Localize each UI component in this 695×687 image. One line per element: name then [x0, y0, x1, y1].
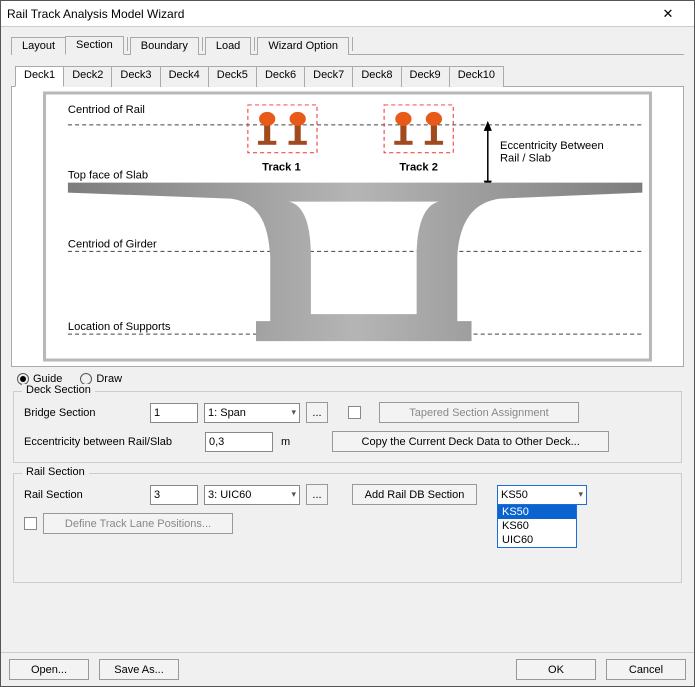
- tab-deck5[interactable]: Deck5: [208, 66, 257, 87]
- tab-deck6[interactable]: Deck6: [256, 66, 305, 87]
- tab-separator: [254, 37, 255, 51]
- open-button[interactable]: Open...: [9, 659, 89, 680]
- group-title: Deck Section: [22, 384, 95, 396]
- tab-boundary[interactable]: Boundary: [130, 37, 199, 55]
- wizard-window: Rail Track Analysis Model Wizard ✕ Layou…: [0, 0, 695, 687]
- tab-section[interactable]: Section: [65, 36, 124, 55]
- tab-deck4[interactable]: Deck4: [160, 66, 209, 87]
- tab-deck7[interactable]: Deck7: [304, 66, 353, 87]
- tab-deck3[interactable]: Deck3: [111, 66, 160, 87]
- dropdown-option[interactable]: UIC60: [498, 533, 576, 547]
- bridge-section-number-input[interactable]: [150, 403, 198, 423]
- dropdown-option[interactable]: KS60: [498, 519, 576, 533]
- dropdown-option[interactable]: KS50: [498, 505, 576, 519]
- rail-section-browse-button[interactable]: ...: [306, 484, 328, 505]
- label-centriod-rail: Centriod of Rail: [68, 104, 145, 116]
- tab-separator: [202, 37, 203, 51]
- chevron-down-icon: ▾: [578, 489, 583, 500]
- copy-deck-data-button[interactable]: Copy the Current Deck Data to Other Deck…: [332, 431, 609, 452]
- define-track-lane-button[interactable]: Define Track Lane Positions...: [43, 513, 233, 534]
- eccentricity-input[interactable]: [205, 432, 273, 452]
- rail-db-dropdown-list: KS50 KS60 UIC60: [497, 504, 577, 548]
- window-title: Rail Track Analysis Model Wizard: [7, 7, 648, 21]
- rail-section-number-input[interactable]: [150, 485, 198, 505]
- label-location-supports: Location of Supports: [68, 321, 171, 333]
- tab-load[interactable]: Load: [205, 37, 251, 55]
- close-icon[interactable]: ✕: [648, 4, 688, 24]
- deck-tabs: Deck1 Deck2 Deck3 Deck4 Deck5 Deck6 Deck…: [11, 65, 684, 87]
- tab-wizard-option[interactable]: Wizard Option: [257, 37, 349, 55]
- cancel-button[interactable]: Cancel: [606, 659, 686, 680]
- cross-section-diagram: Centriod of Rail Top face of Slab Centri…: [11, 87, 684, 367]
- main-tabs: Layout Section Boundary Load Wizard Opti…: [11, 33, 684, 55]
- group-title: Rail Section: [22, 466, 89, 478]
- chevron-down-icon: ▾: [291, 407, 296, 418]
- tab-deck1[interactable]: Deck1: [15, 66, 64, 87]
- rail-section-group: Rail Section Rail Section 3: UIC60 ▾ ...…: [13, 473, 682, 583]
- ok-button[interactable]: OK: [516, 659, 596, 680]
- bridge-section-browse-button[interactable]: ...: [306, 402, 328, 423]
- label-track1: Track 1: [262, 162, 301, 174]
- mode-radio-row: Guide Draw: [11, 367, 684, 389]
- titlebar: Rail Track Analysis Model Wizard ✕: [1, 1, 694, 27]
- tab-deck8[interactable]: Deck8: [352, 66, 401, 87]
- dialog-footer: Open... Save As... OK Cancel: [1, 652, 694, 686]
- label-eccentricity: Eccentricity between Rail/Slab: [24, 436, 199, 448]
- chevron-down-icon: ▾: [291, 489, 296, 500]
- label-bridge-section: Bridge Section: [24, 407, 144, 419]
- define-lane-checkbox[interactable]: [24, 517, 37, 530]
- tab-deck9[interactable]: Deck9: [401, 66, 450, 87]
- label-track2: Track 2: [399, 162, 438, 174]
- rail-section-combo[interactable]: 3: UIC60 ▾: [204, 485, 300, 505]
- dialog-body: Layout Section Boundary Load Wizard Opti…: [1, 27, 694, 652]
- tab-layout[interactable]: Layout: [11, 37, 66, 55]
- bridge-section-combo[interactable]: 1: Span ▾: [204, 403, 300, 423]
- tab-separator: [352, 37, 353, 51]
- tab-deck10[interactable]: Deck10: [449, 66, 504, 87]
- tab-deck2[interactable]: Deck2: [63, 66, 112, 87]
- unit-label: m: [281, 436, 290, 448]
- tab-separator: [127, 37, 128, 51]
- rail-db-combo-wrap: KS50 ▾ KS50 KS60 UIC60: [497, 485, 587, 505]
- rail-db-combo[interactable]: KS50 ▾: [497, 485, 587, 505]
- tapered-assignment-button[interactable]: Tapered Section Assignment: [379, 402, 579, 423]
- label-top-face-slab: Top face of Slab: [68, 170, 148, 182]
- save-as-button[interactable]: Save As...: [99, 659, 179, 680]
- label-centriod-girder: Centriod of Girder: [68, 239, 157, 251]
- add-rail-db-section-button[interactable]: Add Rail DB Section: [352, 484, 477, 505]
- deck-section-group: Deck Section Bridge Section 1: Span ▾ ..…: [13, 391, 682, 463]
- label-rail-section: Rail Section: [24, 489, 144, 501]
- tapered-checkbox[interactable]: [348, 406, 361, 419]
